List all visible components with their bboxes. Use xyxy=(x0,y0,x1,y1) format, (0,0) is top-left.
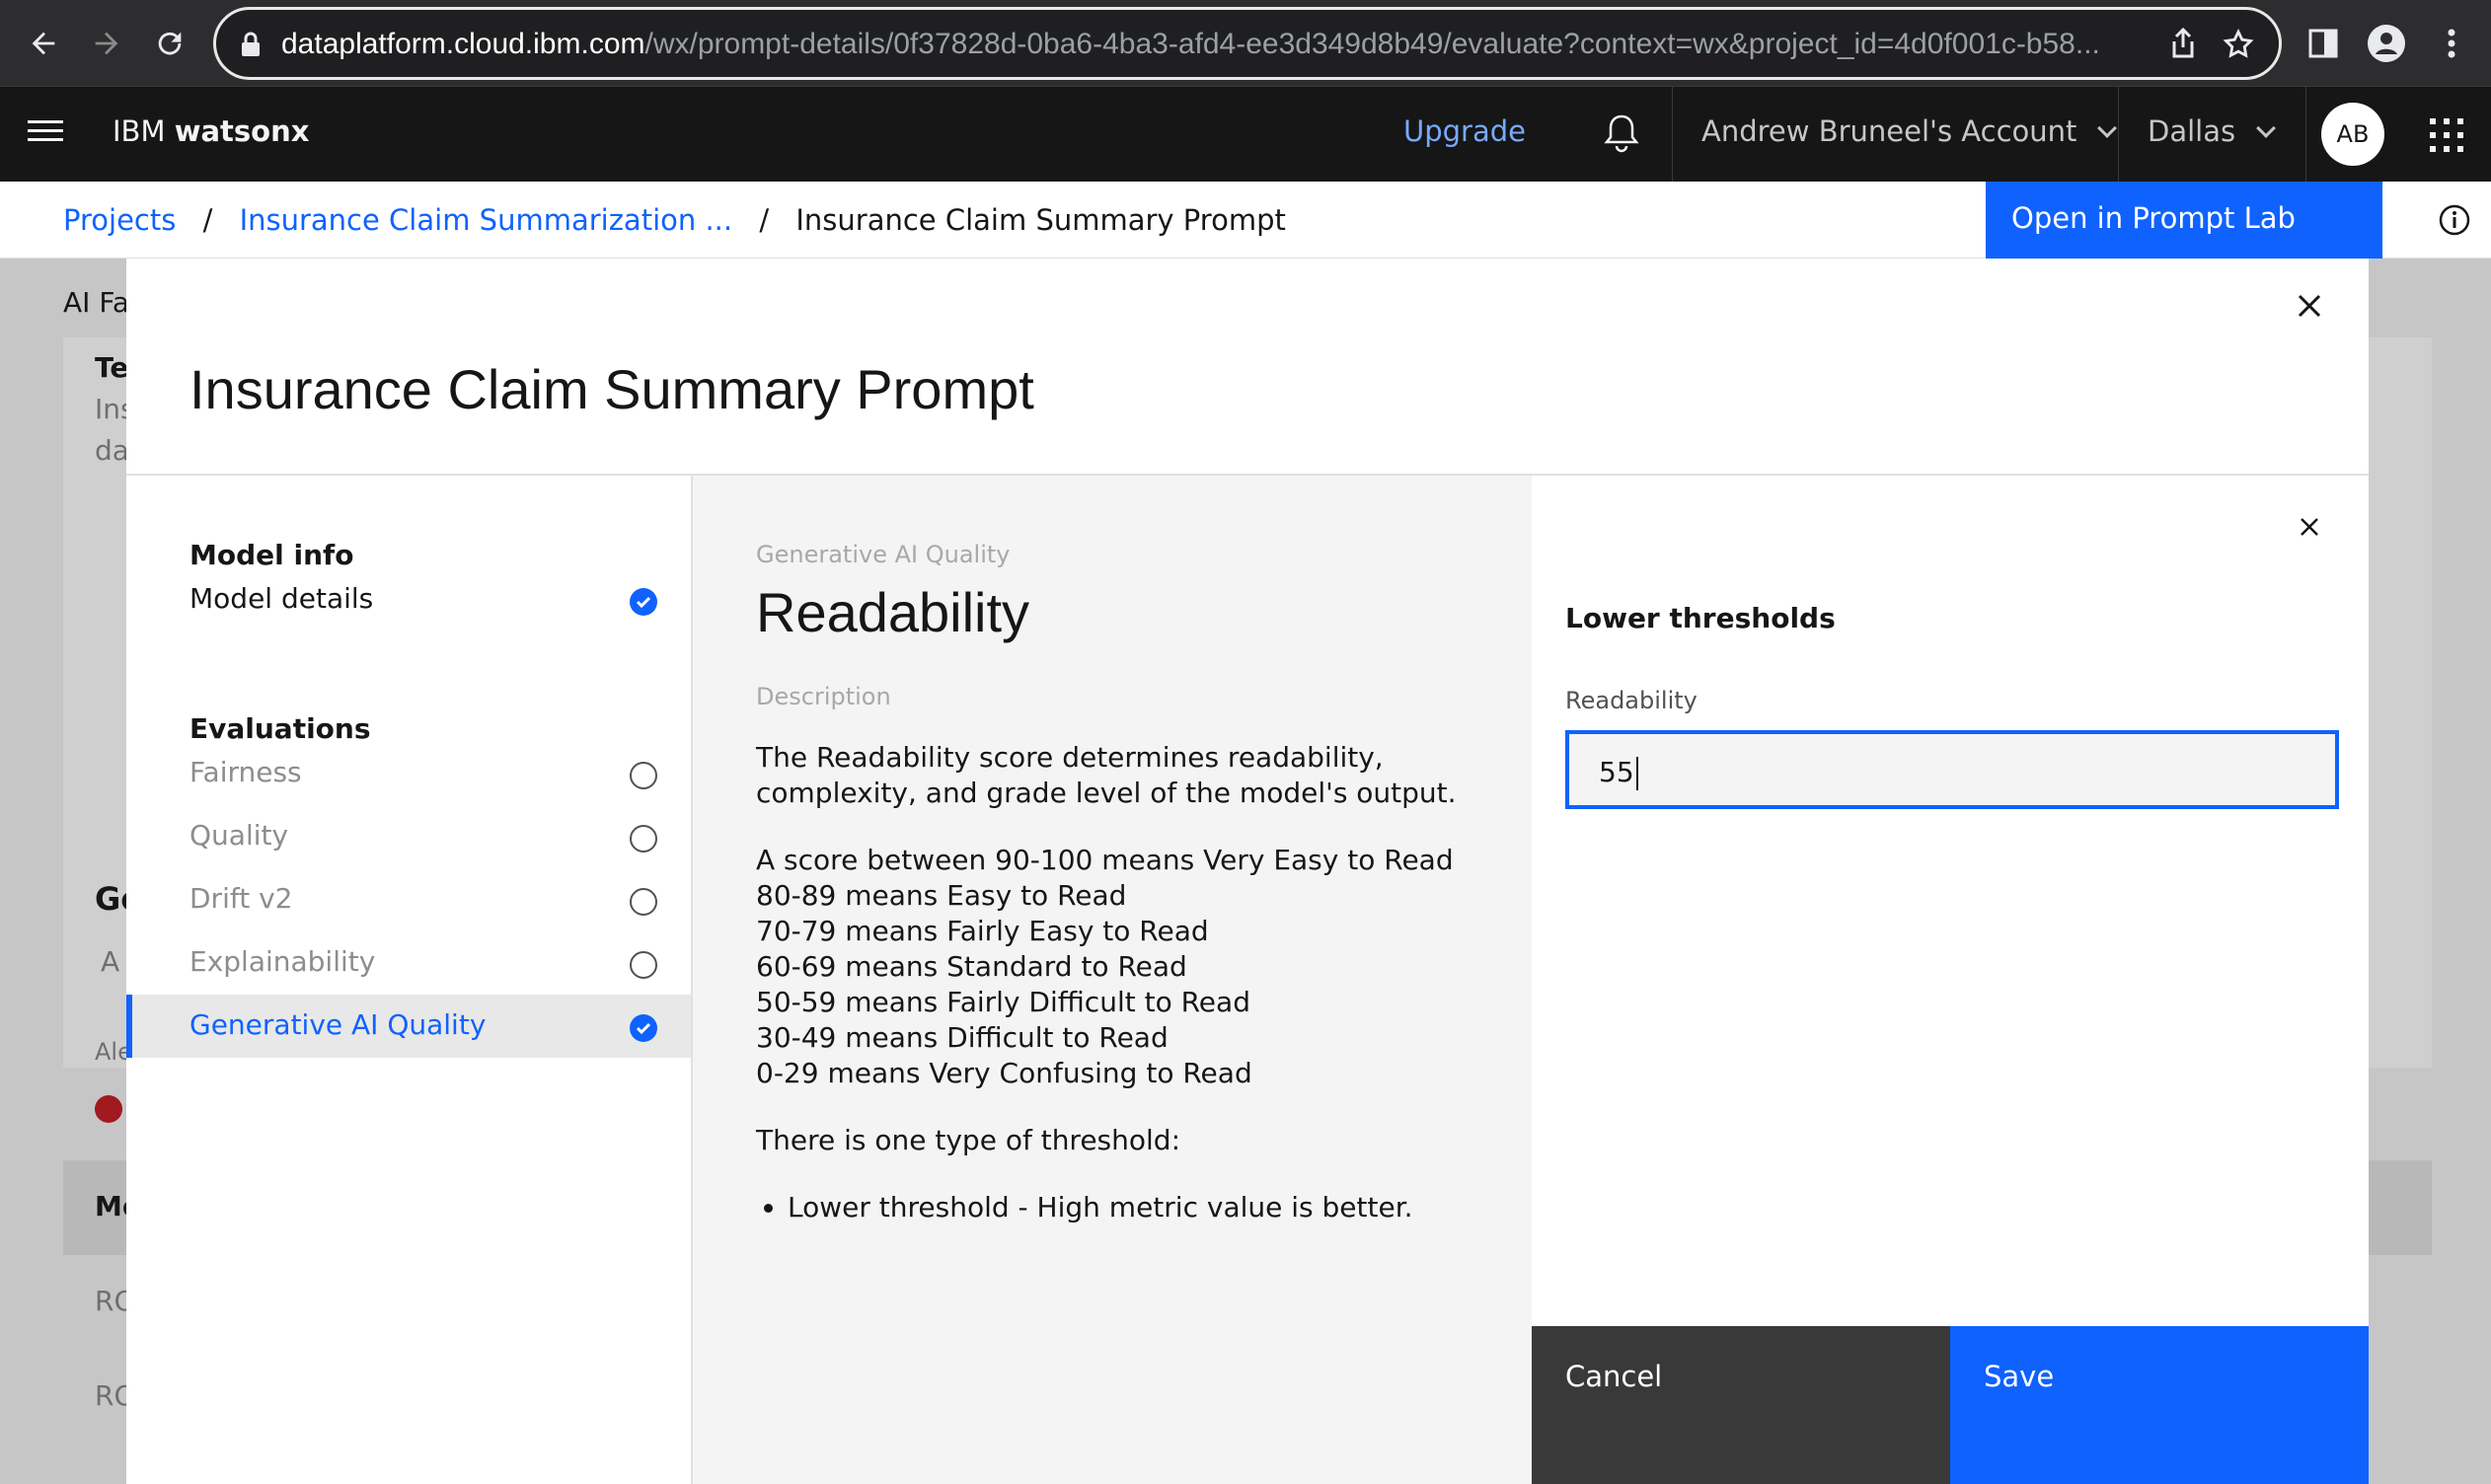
browser-toolbar: dataplatform.cloud.ibm.com/wx/prompt-det… xyxy=(0,0,2491,86)
header-divider xyxy=(2305,87,2306,183)
scale-line: 50-59 means Fairly Difficult to Read xyxy=(756,986,1250,1018)
nav-item-explainability[interactable]: Explainability xyxy=(126,931,691,995)
close-icon[interactable] xyxy=(2298,515,2321,539)
bookmark-star-icon[interactable] xyxy=(2222,28,2255,61)
breadcrumb-separator: / xyxy=(202,203,213,237)
save-button[interactable]: Save xyxy=(1950,1326,2369,1484)
threshold-intro: There is one type of threshold: xyxy=(756,1124,1181,1156)
account-switcher[interactable]: Andrew Bruneel's Account xyxy=(1701,114,2118,148)
threshold-list: Lower threshold - High metric value is b… xyxy=(788,1190,1486,1225)
radio-empty-icon xyxy=(630,951,657,979)
metric-description-panel: Generative AI Quality Readability Descri… xyxy=(693,476,1532,1484)
nav-item-label: Model details xyxy=(189,582,374,615)
scale-line: 0-29 means Very Confusing to Read xyxy=(756,1057,1252,1089)
error-icon xyxy=(95,1095,122,1123)
reload-icon[interactable] xyxy=(146,20,193,67)
nav-section-evaluations: Evaluations xyxy=(189,712,371,745)
open-in-prompt-lab-button[interactable]: Open in Prompt Lab xyxy=(1986,182,2382,259)
nav-item-fairness[interactable]: Fairness xyxy=(126,742,691,805)
header-divider xyxy=(1672,87,1673,183)
region-switcher[interactable]: Dallas xyxy=(2148,114,2277,148)
back-arrow-icon[interactable] xyxy=(20,20,67,67)
avatar[interactable]: AB xyxy=(2321,103,2384,166)
close-icon[interactable] xyxy=(2296,292,2323,320)
radio-empty-icon xyxy=(630,825,657,853)
header-divider xyxy=(2118,87,2119,183)
threshold-panel: Lower thresholds Readability 55 Cancel S… xyxy=(1532,476,2369,1484)
metric-title: Readability xyxy=(756,581,1030,643)
breadcrumb: Projects / Insurance Claim Summarization… xyxy=(63,203,1286,237)
address-bar[interactable]: dataplatform.cloud.ibm.com/wx/prompt-det… xyxy=(213,7,2282,80)
notification-bell-icon[interactable] xyxy=(1597,109,1646,158)
upgrade-link[interactable]: Upgrade xyxy=(1403,114,1526,148)
description-label: Description xyxy=(756,683,891,710)
nav-item-label: Quality xyxy=(189,819,289,852)
chevron-down-icon xyxy=(2097,118,2118,138)
nav-item-label: Fairness xyxy=(189,756,302,788)
share-icon[interactable] xyxy=(2170,28,2196,59)
nav-section-model-info: Model info xyxy=(189,539,354,571)
breadcrumb-separator: / xyxy=(759,203,770,237)
bg-text: Te xyxy=(95,351,129,384)
info-icon[interactable] xyxy=(2438,203,2471,237)
breadcrumb-projects[interactable]: Projects xyxy=(63,203,176,237)
app-header: IBM watsonx Upgrade Andrew Bruneel's Acc… xyxy=(0,86,2491,183)
checkmark-icon xyxy=(630,588,657,616)
breadcrumb-bar: Projects / Insurance Claim Summarization… xyxy=(0,182,2491,259)
scale-line: A score between 90-100 means Very Easy t… xyxy=(756,844,1454,876)
radio-empty-icon xyxy=(630,888,657,916)
readability-scale: A score between 90-100 means Very Easy t… xyxy=(756,843,1486,1091)
evaluation-nav: Model info Model details Evaluations Fai… xyxy=(126,476,693,1484)
input-value: 55 xyxy=(1599,756,1634,788)
checkmark-icon xyxy=(630,1014,657,1042)
lower-thresholds-heading: Lower thresholds xyxy=(1565,602,1836,634)
evaluation-modal: Insurance Claim Summary Prompt Model inf… xyxy=(126,259,2369,1484)
cancel-button[interactable]: Cancel xyxy=(1532,1326,1950,1484)
readability-threshold-input[interactable]: 55 xyxy=(1565,730,2339,809)
metric-category: Generative AI Quality xyxy=(756,541,1011,568)
product-brand[interactable]: IBM watsonx xyxy=(113,114,309,148)
side-panel-icon[interactable] xyxy=(2300,20,2347,67)
scale-line: 70-79 means Fairly Easy to Read xyxy=(756,915,1209,947)
scale-line: 30-49 means Difficult to Read xyxy=(756,1021,1169,1054)
bg-text: AI Fa xyxy=(63,286,130,319)
text-caret xyxy=(1635,757,1638,790)
nav-item-label: Generative AI Quality xyxy=(189,1008,487,1041)
chevron-down-icon xyxy=(2256,118,2277,138)
nav-item-generative-ai-quality[interactable]: Generative AI Quality xyxy=(126,995,691,1058)
nav-item-label: Drift v2 xyxy=(189,882,293,915)
scale-line: 80-89 means Easy to Read xyxy=(756,879,1127,912)
url-text: dataplatform.cloud.ibm.com/wx/prompt-det… xyxy=(281,28,2100,60)
nav-item-label: Explainability xyxy=(189,945,376,978)
scale-line: 60-69 means Standard to Read xyxy=(756,950,1187,983)
app-switcher-icon[interactable] xyxy=(2430,118,2463,152)
threshold-bullet: Lower threshold - High metric value is b… xyxy=(788,1190,1486,1225)
breadcrumb-current: Insurance Claim Summary Prompt xyxy=(795,203,1286,237)
nav-item-drift-v2[interactable]: Drift v2 xyxy=(126,868,691,931)
profile-icon[interactable] xyxy=(2363,20,2410,67)
nav-item-quality[interactable]: Quality xyxy=(126,805,691,868)
nav-item-model-details[interactable]: Model details xyxy=(126,568,691,631)
bg-text: A xyxy=(101,945,120,978)
description-text: The Readability score determines readabi… xyxy=(756,740,1486,1225)
forward-arrow-icon[interactable] xyxy=(83,20,130,67)
breadcrumb-project[interactable]: Insurance Claim Summarization ... xyxy=(240,203,733,237)
lock-icon xyxy=(242,32,260,56)
readability-field-label: Readability xyxy=(1565,687,1698,714)
description-intro: The Readability score determines readabi… xyxy=(756,741,1457,809)
bg-text: da xyxy=(95,434,129,467)
modal-title: Insurance Claim Summary Prompt xyxy=(189,358,1034,420)
radio-empty-icon xyxy=(630,762,657,789)
hamburger-menu-icon[interactable] xyxy=(28,120,63,150)
browser-menu-icon[interactable] xyxy=(2428,20,2475,67)
